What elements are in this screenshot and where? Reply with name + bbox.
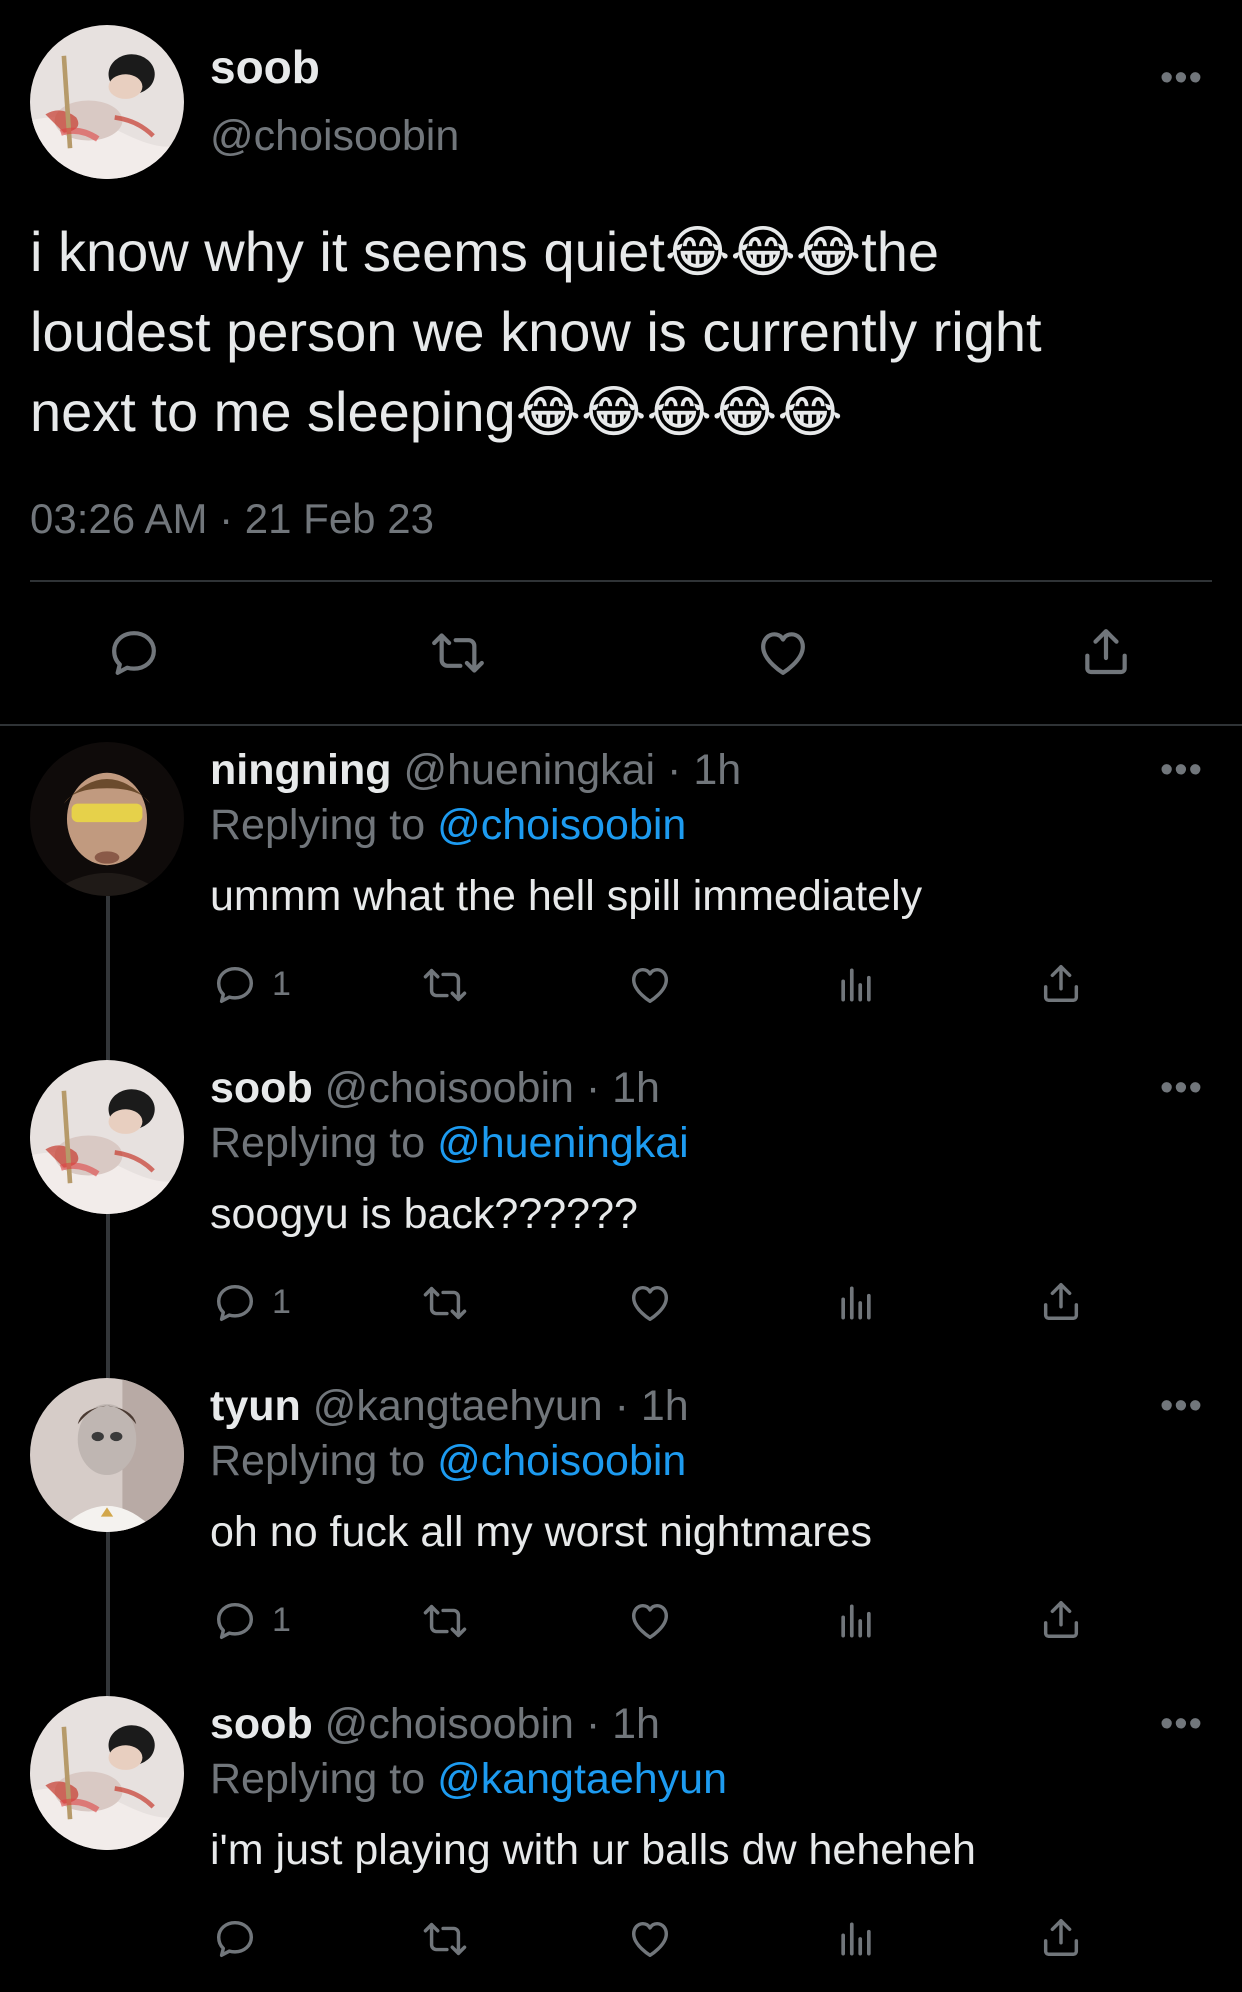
reply-text: soogyu is back??????	[210, 1190, 638, 1238]
reply-count: 1	[272, 1283, 291, 1321]
tweet-text: i know why it seems quiet😂😂😂the loudest …	[30, 212, 1220, 452]
mention-link[interactable]: @choisoobin	[437, 801, 686, 849]
share-icon[interactable]	[1078, 623, 1134, 679]
more-options-icon[interactable]: •••	[1160, 1069, 1203, 1107]
reply-text: i'm just playing with ur balls dw hehehe…	[210, 1826, 976, 1874]
reply-header: soob @choisoobin · 1h	[210, 1700, 660, 1749]
avatar[interactable]	[30, 1696, 184, 1850]
replying-label: Replying to	[210, 1119, 438, 1167]
share-icon[interactable]	[1038, 1596, 1084, 1642]
divider	[0, 724, 1242, 726]
replying-label: Replying to	[210, 801, 438, 849]
like-icon[interactable]	[754, 625, 812, 681]
reply-text: ummm what the hell spill immediately	[210, 872, 923, 920]
reply-icon[interactable]	[212, 1280, 258, 1326]
thread-line	[106, 896, 110, 1060]
tweet-timestamp[interactable]: 03:26 AM · 21 Feb 23	[30, 495, 434, 543]
handle[interactable]: @choisoobin	[210, 112, 459, 161]
replying-label: Replying to	[210, 1437, 438, 1485]
retweet-icon[interactable]	[420, 962, 470, 1008]
avatar[interactable]	[30, 742, 184, 896]
retweet-icon[interactable]	[420, 1598, 470, 1644]
replying-to: Replying to @choisoobin	[210, 801, 686, 850]
display-name[interactable]: soob	[210, 1064, 313, 1112]
mention-link[interactable]: @hueningkai	[437, 1119, 689, 1167]
reply-header: ningning @hueningkai · 1h	[210, 746, 741, 795]
reply-header: soob @choisoobin · 1h	[210, 1064, 660, 1113]
handle[interactable]: @choisoobin · 1h	[325, 1700, 660, 1748]
reply-icon[interactable]	[106, 625, 162, 681]
handle[interactable]: @choisoobin · 1h	[325, 1064, 660, 1112]
display-name[interactable]: tyun	[210, 1382, 301, 1430]
stats-icon[interactable]	[834, 1598, 878, 1644]
retweet-icon[interactable]	[420, 1280, 470, 1326]
display-name[interactable]: soob	[210, 40, 320, 94]
replying-label: Replying to	[210, 1755, 438, 1803]
avatar[interactable]	[30, 25, 184, 179]
like-icon[interactable]	[626, 1280, 674, 1326]
reply-header: tyun @kangtaehyun · 1h	[210, 1382, 689, 1431]
tweet-text-line: next to me sleeping😂😂😂😂😂	[30, 380, 843, 443]
retweet-icon[interactable]	[428, 625, 488, 681]
stats-icon[interactable]	[834, 1916, 878, 1962]
display-name[interactable]: ningning	[210, 746, 392, 794]
avatar[interactable]	[30, 1060, 184, 1214]
mention-link[interactable]: @kangtaehyun	[437, 1755, 727, 1803]
replying-to: Replying to @kangtaehyun	[210, 1755, 727, 1804]
divider	[30, 580, 1212, 582]
more-options-icon[interactable]: •••	[1160, 751, 1203, 789]
avatar[interactable]	[30, 1378, 184, 1532]
like-icon[interactable]	[626, 1916, 674, 1962]
replying-to: Replying to @choisoobin	[210, 1437, 686, 1486]
reply-text: oh no fuck all my worst nightmares	[210, 1508, 872, 1556]
mention-link[interactable]: @choisoobin	[437, 1437, 686, 1485]
handle[interactable]: @kangtaehyun · 1h	[313, 1382, 689, 1430]
share-icon[interactable]	[1038, 1278, 1084, 1324]
more-options-icon[interactable]: •••	[1160, 1705, 1203, 1743]
reply-count: 1	[272, 1601, 291, 1639]
handle[interactable]: @hueningkai · 1h	[403, 746, 741, 794]
replying-to: Replying to @hueningkai	[210, 1119, 689, 1168]
display-name[interactable]: soob	[210, 1700, 313, 1748]
stats-icon[interactable]	[834, 962, 878, 1008]
more-options-icon[interactable]: •••	[1160, 59, 1203, 97]
retweet-icon[interactable]	[420, 1916, 470, 1962]
reply-icon[interactable]	[212, 1916, 258, 1962]
reply-icon[interactable]	[212, 962, 258, 1008]
like-icon[interactable]	[626, 962, 674, 1008]
stats-icon[interactable]	[834, 1280, 878, 1326]
reply-count: 1	[272, 965, 291, 1003]
like-icon[interactable]	[626, 1598, 674, 1644]
tweet-text-line: loudest person we know is currently righ…	[30, 300, 1042, 363]
tweet-text-line: i know why it seems quiet😂😂😂the	[30, 220, 940, 283]
share-icon[interactable]	[1038, 960, 1084, 1006]
thread-line	[106, 1532, 110, 1696]
share-icon[interactable]	[1038, 1914, 1084, 1960]
reply-icon[interactable]	[212, 1598, 258, 1644]
more-options-icon[interactable]: •••	[1160, 1387, 1203, 1425]
thread-line	[106, 1214, 110, 1378]
